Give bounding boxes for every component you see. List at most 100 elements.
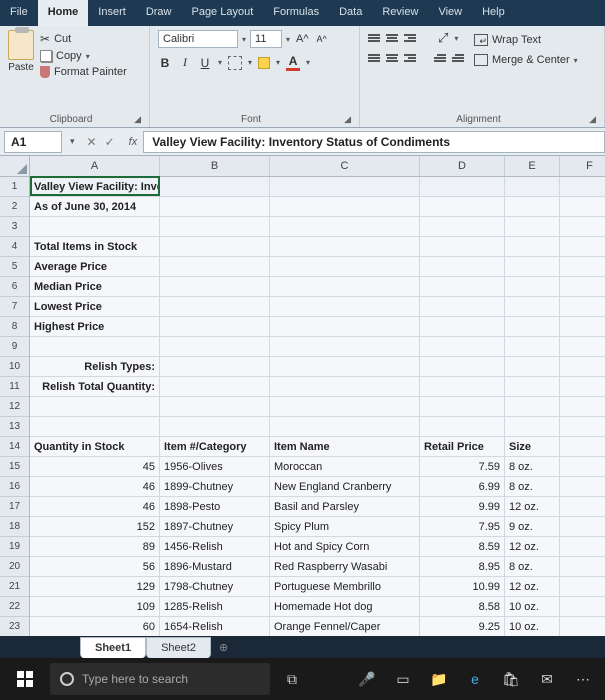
cell[interactable] [560,317,605,337]
cell[interactable]: 9.99 [420,497,505,517]
cell[interactable]: Homemade Hot dog [270,597,420,617]
underline-button[interactable]: U [198,56,212,70]
cell[interactable] [270,417,420,437]
align-center-icon[interactable] [386,54,398,62]
cell[interactable] [160,177,270,197]
taskbar-more-icon[interactable]: ⋯ [569,665,597,693]
increase-font-icon[interactable]: A^ [294,33,311,45]
cell[interactable] [560,437,605,457]
cell[interactable] [560,297,605,317]
cell[interactable]: 1956-Olives [160,457,270,477]
cell[interactable] [420,397,505,417]
worksheet-area[interactable]: A B C D E F 1Valley View Facility: Inven… [0,156,605,636]
start-button[interactable] [8,662,42,696]
tab-formulas[interactable]: Formulas [263,0,329,26]
cancel-formula-icon[interactable]: ✕ [87,135,97,149]
cell[interactable] [560,357,605,377]
cell[interactable] [420,277,505,297]
cell[interactable] [560,237,605,257]
sheet-tab-1[interactable]: Sheet1 [80,637,146,658]
cell[interactable]: Total Items in Stock [30,237,160,257]
cell[interactable] [505,257,560,277]
cell[interactable]: 8.59 [420,537,505,557]
col-header-b[interactable]: B [160,156,270,176]
font-dialog-launcher[interactable]: ◢ [344,114,351,125]
cell[interactable] [160,317,270,337]
cell[interactable] [420,297,505,317]
orientation-icon[interactable]: ⤢ [438,30,448,46]
cell[interactable] [505,357,560,377]
cell[interactable]: 46 [30,497,160,517]
cell[interactable] [160,197,270,217]
paste-button[interactable]: Paste [8,62,34,73]
cell[interactable]: Valley View Facility: Inventory Status o… [30,177,160,197]
cell[interactable] [270,317,420,337]
cell[interactable] [270,277,420,297]
cell[interactable] [420,177,505,197]
cell[interactable] [560,537,605,557]
row-header[interactable]: 6 [0,277,30,297]
cell[interactable]: Spicy Plum [270,517,420,537]
col-header-e[interactable]: E [505,156,560,176]
row-header[interactable]: 22 [0,597,30,617]
cell[interactable] [560,177,605,197]
bold-button[interactable]: B [158,56,172,70]
cell[interactable] [160,397,270,417]
cell[interactable]: 56 [30,557,160,577]
cell[interactable] [560,277,605,297]
tab-insert[interactable]: Insert [88,0,136,26]
decrease-font-icon[interactable]: A^ [315,34,329,44]
cell[interactable]: 10 oz. [505,597,560,617]
font-color-icon[interactable]: A [286,54,300,71]
cell[interactable]: 8.95 [420,557,505,577]
cell[interactable] [505,237,560,257]
cell[interactable]: 1899-Chutney [160,477,270,497]
cell[interactable] [420,217,505,237]
name-box-dropdown[interactable]: ▾ [66,136,79,147]
row-header[interactable]: 5 [0,257,30,277]
fx-icon[interactable]: fx [123,136,144,148]
cell[interactable] [420,317,505,337]
row-header[interactable]: 15 [0,457,30,477]
cell[interactable]: Red Raspberry Wasabi [270,557,420,577]
row-header[interactable]: 18 [0,517,30,537]
cell[interactable]: 10 oz. [505,617,560,636]
row-header[interactable]: 21 [0,577,30,597]
cell[interactable] [560,617,605,636]
cell[interactable] [560,457,605,477]
row-header[interactable]: 14 [0,437,30,457]
cell[interactable] [560,597,605,617]
cell[interactable]: 1285-Relish [160,597,270,617]
cell[interactable] [270,397,420,417]
cell[interactable] [270,297,420,317]
select-all-corner[interactable] [0,156,30,176]
cell[interactable]: Quantity in Stock [30,437,160,457]
add-sheet-button[interactable]: ⊕ [211,637,236,658]
tab-help[interactable]: Help [472,0,515,26]
row-header[interactable]: 23 [0,617,30,636]
cell[interactable]: 12 oz. [505,537,560,557]
cell[interactable] [160,337,270,357]
cell[interactable]: 1456-Relish [160,537,270,557]
row-header[interactable]: 7 [0,297,30,317]
copy-button[interactable]: Copy▾ [40,50,127,62]
taskbar-app-icon[interactable]: ▭ [389,665,417,693]
cell[interactable] [505,417,560,437]
cell[interactable] [505,377,560,397]
chevron-down-icon[interactable]: ▾ [286,35,290,44]
cell[interactable]: New England Cranberry [270,477,420,497]
row-header[interactable]: 11 [0,377,30,397]
store-icon[interactable]: 🛍 [497,665,525,693]
formula-input[interactable]: Valley View Facility: Inventory Status o… [143,131,605,153]
chevron-down-icon[interactable]: ▾ [276,58,280,67]
file-explorer-icon[interactable]: 📁 [425,665,453,693]
cell[interactable]: 9.25 [420,617,505,636]
cell[interactable]: 152 [30,517,160,537]
cell[interactable] [160,277,270,297]
chevron-down-icon[interactable]: ▾ [248,58,252,67]
cell[interactable] [30,397,160,417]
decrease-indent-icon[interactable] [434,54,446,62]
cell[interactable]: 7.95 [420,517,505,537]
tab-view[interactable]: View [428,0,472,26]
align-top-icon[interactable] [368,34,380,42]
